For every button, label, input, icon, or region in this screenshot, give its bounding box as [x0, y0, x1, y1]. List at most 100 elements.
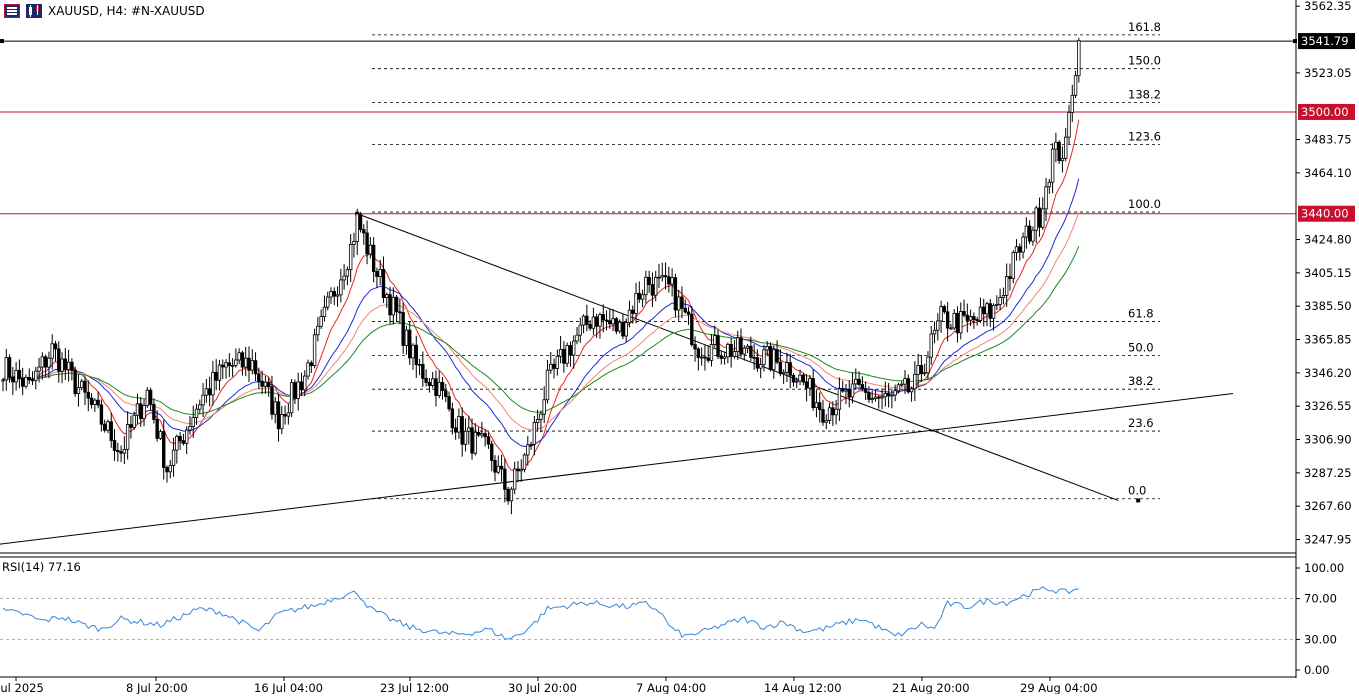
candle-body: [342, 275, 346, 281]
candle-body: [778, 361, 783, 375]
candle-body: [316, 325, 320, 336]
candle-body: [129, 424, 133, 428]
chart-canvas[interactable]: 161.8 150.0 138.2 123.6 100.0 61.8 50.0 38.2 23.…: [0, 0, 1359, 695]
y-tick-label: 3346.20: [1304, 366, 1352, 380]
candle-body: [326, 296, 330, 308]
candle-body: [762, 349, 766, 365]
candle-body: [1067, 112, 1071, 138]
candle-body: [906, 378, 910, 393]
candle-body: [1064, 136, 1068, 159]
candle-body: [696, 348, 701, 358]
candle-body: [785, 362, 789, 373]
y-tick-label: 3287.25: [1304, 466, 1352, 480]
candle-body: [221, 364, 225, 368]
candle-body: [1018, 246, 1022, 253]
candle-body: [7, 357, 12, 378]
candle-body: [883, 393, 888, 398]
candle-body: [572, 340, 576, 356]
candle-body: [526, 444, 530, 456]
candle-body: [919, 364, 924, 375]
candle-body: [37, 366, 41, 372]
candle-body: [827, 407, 832, 421]
candle-body: [299, 381, 304, 391]
y-tick-label: 3405.15: [1304, 266, 1352, 280]
candle-body: [175, 435, 179, 451]
candle-body: [676, 296, 681, 311]
candle-body: [699, 356, 704, 359]
candle-body: [729, 343, 733, 357]
level-price-label-text: 3500.00: [1301, 105, 1349, 119]
candle-body: [522, 454, 527, 470]
candle-body: [411, 344, 415, 359]
chart-candles-icon[interactable]: [26, 4, 42, 18]
candle-body: [591, 316, 596, 329]
candle-body: [654, 276, 658, 296]
rsi-tick-label: 70.00: [1304, 592, 1337, 606]
candle-body: [404, 329, 409, 346]
candle-body: [952, 312, 956, 329]
candle-body: [670, 277, 674, 285]
candle-body: [381, 269, 386, 299]
candle-body: [857, 378, 861, 385]
candle-body: [394, 296, 399, 313]
candle-body: [565, 345, 569, 364]
candle-body: [657, 276, 661, 279]
candle-body: [1073, 75, 1078, 96]
fib-level-label: 61.8: [1128, 307, 1154, 321]
candle-body: [719, 356, 724, 359]
candle-body: [211, 371, 215, 396]
candle-body: [975, 319, 979, 322]
candle-body: [1024, 225, 1029, 238]
candle-body: [739, 337, 743, 355]
y-tick-label: 3365.85: [1304, 333, 1352, 347]
y-tick-label: 3562.35: [1304, 0, 1352, 13]
candle-body: [460, 416, 464, 445]
candle-body: [99, 404, 104, 425]
candle-body: [752, 356, 756, 359]
candle-body: [959, 311, 963, 334]
candle-body: [463, 430, 468, 445]
candle-body: [319, 316, 323, 327]
candle-body: [1070, 94, 1074, 113]
candle-body: [53, 343, 58, 350]
candle-body: [473, 431, 478, 454]
candle-body: [322, 306, 327, 317]
candle-body: [40, 356, 45, 368]
candle-body: [631, 309, 635, 314]
candle-body: [562, 348, 566, 364]
candle-body: [844, 389, 848, 392]
chart-area[interactable]: 161.8 150.0 138.2 123.6 100.0 61.8 50.0 38.2 23.…: [0, 0, 1359, 695]
candle-body: [244, 357, 248, 368]
candle-body: [936, 320, 940, 331]
candle-body: [529, 443, 533, 446]
candle-body: [427, 382, 432, 387]
candle-body: [273, 401, 277, 415]
candle-body: [965, 314, 970, 321]
candle-body: [512, 468, 517, 490]
trendline-handle: [1136, 498, 1141, 503]
x-tick-label: 1 Jul 2025: [0, 681, 44, 694]
candle-body: [1001, 294, 1006, 298]
candle-body: [1021, 236, 1025, 253]
candle-body: [972, 316, 976, 321]
candle-body: [355, 213, 359, 242]
candle-body: [594, 316, 599, 327]
candle-body: [1031, 229, 1035, 242]
candle-body: [880, 396, 884, 399]
candle-body: [611, 318, 615, 325]
candle-body: [378, 269, 382, 277]
x-tick-label: 7 Aug 04:00: [636, 681, 706, 694]
candle-body: [165, 467, 169, 473]
candle-body: [903, 378, 907, 385]
candle-body: [929, 333, 933, 358]
candle-body: [306, 362, 310, 377]
candle-body: [1057, 141, 1061, 162]
candle-body: [709, 344, 714, 361]
candle-body: [749, 345, 753, 358]
candle-body: [509, 488, 514, 502]
candle-body: [237, 352, 241, 361]
candle-body: [247, 357, 251, 371]
candle-body: [647, 276, 651, 285]
candle-body: [909, 388, 914, 393]
menu-list-icon[interactable]: [4, 4, 20, 18]
